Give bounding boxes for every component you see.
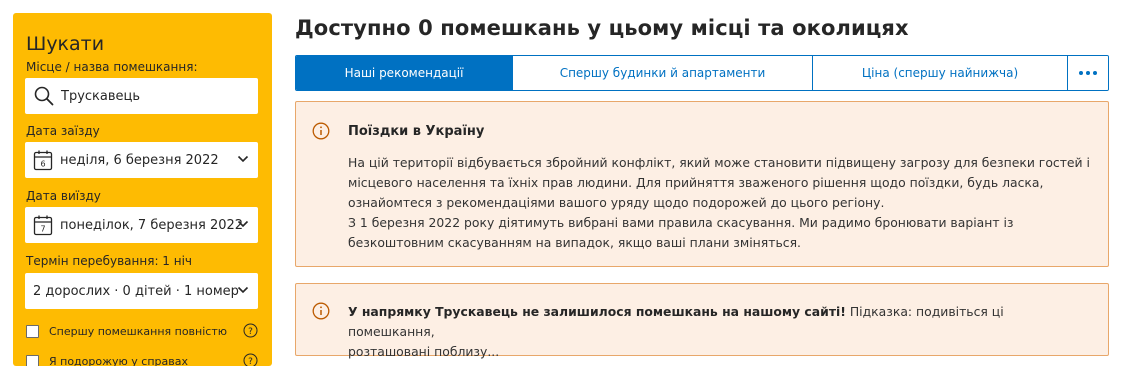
checkin-date-field[interactable]: 6 неділя, 6 березня 2022 [25, 142, 258, 178]
calendar-icon: 6 [33, 150, 53, 171]
svg-text:?: ? [248, 357, 253, 366]
whole-place-label: Спершу помешкання повністю [49, 324, 227, 338]
alert-line: безкоштовним скасуванням на випадок, якщ… [348, 235, 801, 250]
destination-label: Місце / назва помешкання: [26, 60, 198, 74]
svg-text:6: 6 [40, 160, 45, 169]
alert-line: ознайомтеся з рекомендаціями вашого уряд… [348, 195, 885, 210]
page-title: Доступно 0 помешкань у цьому місці та ок… [295, 16, 909, 40]
alert-line: На цій території відбувається збройний к… [348, 155, 1090, 170]
sidebar-title: Шукати [26, 33, 105, 55]
travel-warning-alert: Поїздки в Україну На цій території відбу… [295, 101, 1109, 267]
question-mark-icon[interactable]: ? [243, 353, 258, 366]
no-properties-alert: У напрямку Трускавець не залишилося поме… [295, 283, 1109, 359]
alert-body: На цій території відбувається збройний к… [348, 153, 1090, 253]
info-icon [312, 302, 330, 320]
checkout-date-value: понеділок, 7 березня 2022 [60, 217, 244, 233]
whole-place-checkbox-row[interactable]: Спершу помешкання повністю ? [25, 323, 260, 339]
destination-value: Трускавець [61, 88, 141, 104]
info-icon [312, 122, 330, 140]
checkout-date-field[interactable]: 7 понеділок, 7 березня 2022 [25, 207, 258, 243]
sort-tabs: Наші рекомендації Спершу будинки й апарт… [295, 55, 1109, 91]
no-properties-bold: У напрямку Трускавець не залишилося поме… [348, 304, 846, 319]
question-mark-icon[interactable]: ? [243, 323, 258, 338]
business-travel-checkbox-row[interactable]: Я подорожую у справах ? [25, 353, 260, 366]
more-sort-options-button[interactable] [1068, 56, 1108, 90]
svg-text:7: 7 [40, 225, 45, 234]
tab-our-recommendations[interactable]: Наші рекомендації [296, 56, 513, 90]
no-properties-hint-line2: розташовані поблизу... [348, 344, 500, 359]
chevron-down-icon [237, 286, 249, 294]
no-properties-message: У напрямку Трускавець не залишилося поме… [348, 302, 1088, 362]
alert-line: місцевого населення та їхніх прав людини… [348, 175, 1044, 190]
ellipsis-icon [1079, 71, 1097, 75]
chevron-down-icon [237, 220, 249, 228]
destination-input[interactable]: Трускавець [25, 78, 258, 114]
search-icon [34, 86, 54, 106]
alert-title: Поїздки в Україну [348, 124, 485, 139]
checkin-date-value: неділя, 6 березня 2022 [60, 152, 219, 168]
occupancy-selector[interactable]: 2 дорослих · 0 дітей · 1 номер [25, 273, 258, 309]
chevron-down-icon [237, 155, 249, 163]
tab-price-lowest-first[interactable]: Ціна (спершу найнижча) [813, 56, 1068, 90]
svg-text:?: ? [248, 327, 253, 337]
calendar-icon: 7 [33, 215, 53, 236]
whole-place-checkbox[interactable] [26, 324, 39, 338]
alert-line: З 1 березня 2022 року діятимуть вибрані … [348, 215, 1014, 230]
business-travel-label: Я подорожую у справах [49, 354, 188, 366]
tab-homes-apartments-first[interactable]: Спершу будинки й апартаменти [513, 56, 813, 90]
search-sidebar: Шукати Місце / назва помешкання: Трускав… [13, 13, 272, 366]
checkout-label: Дата виїзду [26, 189, 101, 203]
checkin-label: Дата заїзду [26, 124, 100, 138]
occupancy-value: 2 дорослих · 0 дітей · 1 номер [33, 283, 239, 299]
stay-length-label: Термін перебування: 1 ніч [26, 254, 193, 268]
business-travel-checkbox[interactable] [26, 354, 39, 366]
